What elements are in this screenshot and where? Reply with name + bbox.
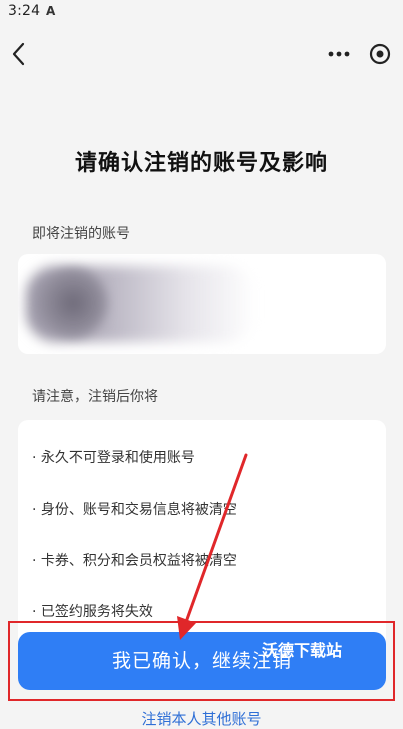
back-icon[interactable] bbox=[8, 40, 32, 68]
status-app-icon: A bbox=[46, 4, 56, 18]
status-bar: 3:24 A bbox=[0, 0, 403, 28]
other-account-link[interactable]: 注销本人其他账号 bbox=[0, 708, 403, 729]
watermark: 沃德下载站 bbox=[262, 641, 343, 660]
status-time: 3:24 bbox=[8, 3, 41, 19]
notice-item: · 卡券、积分和会员权益将被清空 bbox=[32, 553, 237, 569]
notice-section-label: 请注意，注销后你将 bbox=[32, 389, 158, 405]
notice-item: · 永久不可登录和使用账号 bbox=[32, 450, 195, 466]
notice-card: · 永久不可登录和使用账号 · 身份、账号和交易信息将被清空 · 卡券、积分和会… bbox=[18, 420, 386, 650]
target-icon[interactable] bbox=[369, 43, 391, 65]
avatar bbox=[38, 268, 108, 338]
notice-item: · 身份、账号和交易信息将被清空 bbox=[32, 502, 237, 518]
page-title: 请确认注销的账号及影响 bbox=[74, 151, 328, 176]
notice-item: · 已签约服务将失效 bbox=[32, 604, 153, 620]
more-dots-icon[interactable] bbox=[326, 44, 352, 64]
account-card bbox=[18, 254, 386, 354]
account-section-label: 即将注销的账号 bbox=[32, 226, 130, 242]
